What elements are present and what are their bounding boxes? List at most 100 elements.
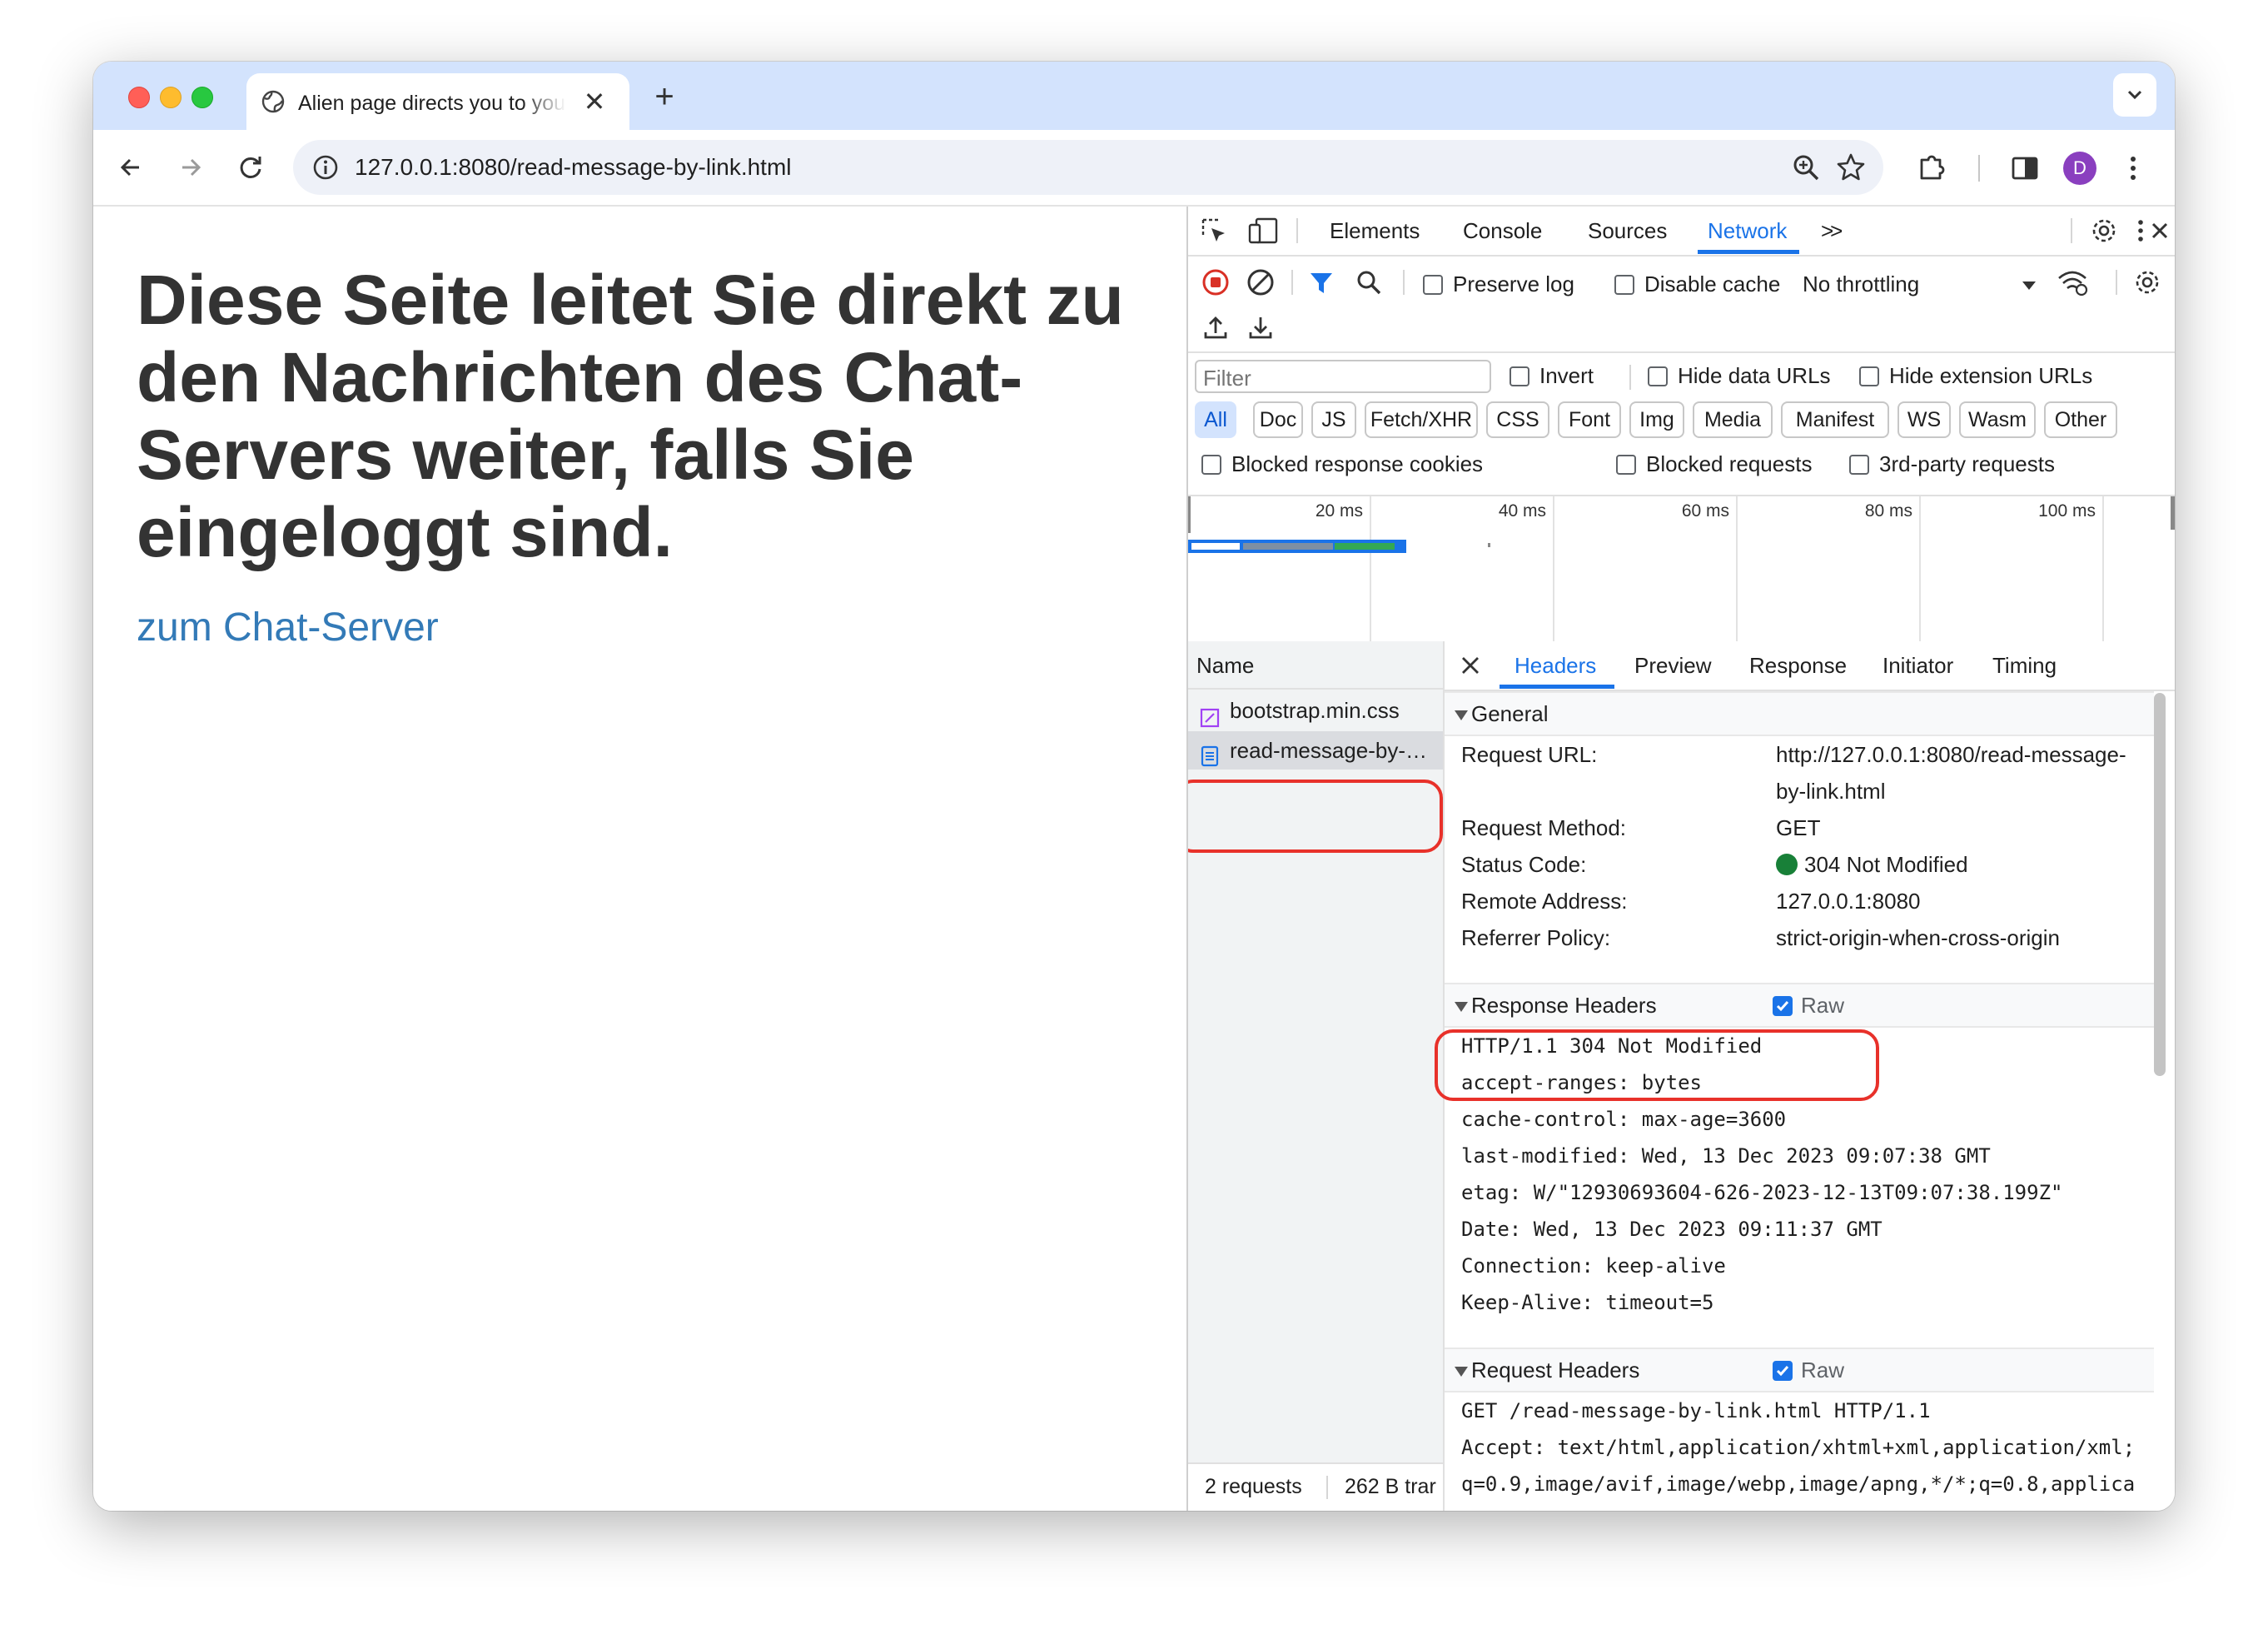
record-stop-icon[interactable]	[1201, 268, 1230, 301]
request-row-selected[interactable]: read-message-by-…	[1188, 731, 1443, 770]
chevron-down-icon[interactable]	[2021, 280, 2037, 296]
hide-data-urls-label: Hide data URLs	[1678, 363, 1831, 388]
network-overview[interactable]: 20 ms 40 ms 60 ms 80 ms 100 ms	[1188, 495, 2175, 643]
close-window-button[interactable]	[128, 87, 150, 108]
side-panel-icon[interactable]	[2008, 152, 2042, 189]
status-code-value: 304 Not Modified	[1776, 846, 1968, 883]
browser-menu-icon[interactable]	[2125, 152, 2141, 189]
type-filter-all[interactable]: All	[1195, 401, 1236, 438]
type-filter-img[interactable]: Img	[1629, 401, 1684, 438]
type-filter-ws[interactable]: WS	[1897, 401, 1951, 438]
inspect-element-icon[interactable]	[1200, 217, 1228, 249]
browser-window: Alien page directs you to your ✕ + 127.0…	[93, 62, 2175, 1511]
detail-scrollbar[interactable]	[2154, 693, 2166, 1076]
section-title: General	[1471, 701, 1549, 726]
tab-elements[interactable]: Elements	[1330, 207, 1420, 255]
clear-icon[interactable]	[1246, 268, 1275, 301]
header-key: Request Method:	[1461, 815, 1627, 840]
tab-close-icon[interactable]: ✕	[579, 87, 609, 117]
invert-checkbox[interactable]	[1510, 366, 1529, 386]
tab-initiator[interactable]: Initiator	[1883, 641, 1953, 690]
type-filter-wasm[interactable]: Wasm	[1959, 401, 2036, 438]
blocked-requests-label: Blocked requests	[1646, 451, 1813, 476]
settings-gear-icon[interactable]	[2089, 216, 2119, 250]
hide-data-urls-checkbox[interactable]	[1648, 366, 1668, 386]
hide-extension-urls-label: Hide extension URLs	[1889, 363, 2093, 388]
preserve-log-checkbox[interactable]	[1423, 275, 1443, 295]
minimize-window-button[interactable]	[160, 87, 182, 108]
blocked-response-cookies-checkbox[interactable]	[1201, 455, 1221, 475]
overview-tick: 40 ms	[1498, 501, 1546, 521]
type-filter-media[interactable]: Media	[1693, 401, 1773, 438]
third-party-requests-label: 3rd-party requests	[1879, 451, 2055, 476]
type-filter-fetch-xhr[interactable]: Fetch/XHR	[1365, 401, 1478, 438]
name-column-header[interactable]: Name	[1188, 641, 1443, 690]
forward-arrow-icon[interactable]	[172, 148, 210, 187]
type-filter-doc[interactable]: Doc	[1253, 401, 1303, 438]
response-headers-section-header[interactable]: Response Headers Raw	[1445, 983, 2154, 1028]
import-har-icon[interactable]	[1201, 313, 1230, 346]
more-tabs-icon[interactable]: >>	[1821, 207, 1843, 255]
hide-extension-urls-checkbox[interactable]	[1859, 366, 1879, 386]
network-settings-gear-icon[interactable]	[2132, 267, 2162, 301]
new-tab-button[interactable]: +	[646, 80, 683, 117]
section-title: Request Headers	[1471, 1358, 1640, 1382]
disable-cache-checkbox[interactable]	[1614, 275, 1634, 295]
throttling-select[interactable]: No throttling	[1803, 272, 1919, 296]
overview-tick: 80 ms	[1864, 501, 1912, 521]
third-party-requests-checkbox[interactable]	[1849, 455, 1869, 475]
request-headers-section-header[interactable]: Request Headers Raw	[1445, 1348, 2154, 1392]
raw-checkbox[interactable]	[1773, 996, 1793, 1016]
tab-console[interactable]: Console	[1463, 207, 1542, 255]
response-header-line: last-modified: Wed, 13 Dec 2023 09:07:38…	[1461, 1144, 1991, 1168]
request-row[interactable]: bootstrap.min.css	[1188, 691, 1443, 730]
devtools-panel: Elements Console Sources Network >> Pres…	[1186, 207, 2175, 1511]
network-conditions-icon[interactable]	[2056, 268, 2089, 301]
type-filter-js[interactable]: JS	[1311, 401, 1356, 438]
zoom-window-button[interactable]	[191, 87, 213, 108]
type-filter-manifest[interactable]: Manifest	[1781, 401, 1889, 438]
tab-preview[interactable]: Preview	[1634, 641, 1711, 690]
tab-headers[interactable]: Headers	[1514, 641, 1596, 690]
tab-timing[interactable]: Timing	[1992, 641, 2057, 690]
back-arrow-icon[interactable]	[112, 148, 150, 187]
section-title: Response Headers	[1471, 993, 1657, 1018]
bookmark-star-icon[interactable]	[1835, 152, 1867, 187]
blocked-requests-checkbox[interactable]	[1616, 455, 1636, 475]
close-detail-icon[interactable]	[1458, 653, 1483, 682]
url-text[interactable]: 127.0.0.1:8080/read-message-by-link.html	[355, 154, 792, 181]
extensions-puzzle-icon[interactable]	[1915, 150, 1950, 189]
search-icon[interactable]	[1355, 268, 1383, 301]
tab-sources[interactable]: Sources	[1588, 207, 1667, 255]
preserve-log-label: Preserve log	[1453, 272, 1574, 296]
export-har-icon[interactable]	[1246, 313, 1275, 346]
chat-server-link[interactable]: zum Chat-Server	[137, 605, 439, 651]
site-info-icon[interactable]	[311, 153, 340, 186]
zoom-icon[interactable]	[1790, 152, 1822, 187]
stylesheet-file-icon	[1200, 701, 1220, 730]
filter-input[interactable]: Filter	[1195, 360, 1491, 393]
overview-tick: 100 ms	[2038, 501, 2096, 521]
type-filter-css[interactable]: CSS	[1486, 401, 1549, 438]
highlight-response-headers	[1435, 1029, 1879, 1101]
browser-tab[interactable]: Alien page directs you to your ✕	[246, 73, 629, 130]
filter-funnel-icon[interactable]	[1308, 270, 1335, 301]
tab-search-button[interactable]	[2113, 73, 2156, 117]
globe-icon	[261, 90, 285, 113]
reload-icon[interactable]	[231, 148, 270, 187]
general-section-header[interactable]: General	[1445, 691, 2154, 736]
close-devtools-icon[interactable]	[2146, 217, 2174, 249]
tab-network[interactable]: Network	[1708, 207, 1787, 255]
device-toolbar-icon[interactable]	[1248, 217, 1280, 249]
network-toolbar: Preserve log Disable cache No throttling	[1188, 255, 2175, 353]
disable-cache-label: Disable cache	[1644, 272, 1781, 296]
tab-response[interactable]: Response	[1749, 641, 1847, 690]
header-value: strict-origin-when-cross-origin	[1776, 925, 2060, 950]
raw-checkbox[interactable]	[1773, 1361, 1793, 1381]
profile-avatar[interactable]: D	[2063, 152, 2096, 185]
request-header-line: GET /read-message-by-link.html HTTP/1.1	[1461, 1399, 1931, 1422]
type-filter-other[interactable]: Other	[2044, 401, 2117, 438]
page-content: Diese Seite leitet Sie direkt zu den Nac…	[93, 207, 1186, 1511]
type-filter-font[interactable]: Font	[1558, 401, 1621, 438]
address-bar[interactable]: 127.0.0.1:8080/read-message-by-link.html	[293, 140, 1883, 195]
